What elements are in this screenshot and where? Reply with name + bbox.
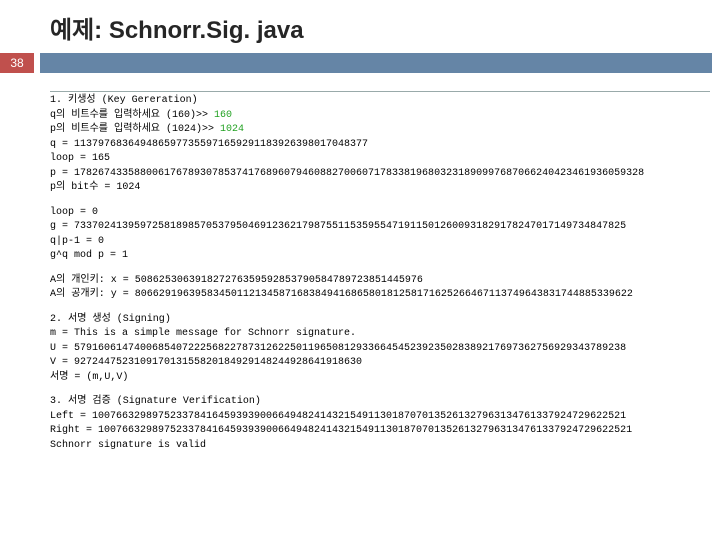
- left-line: Left = 100766329897523378416459393900664…: [50, 410, 710, 425]
- g-value-line: g = 733702413959725818985705379504691236…: [50, 220, 710, 235]
- q-value-line: q = 113797683649486597735597165929118392…: [50, 138, 710, 153]
- q-div-line: q|p-1 = 0: [50, 235, 710, 250]
- p-input: 1024: [220, 124, 244, 135]
- title-row: 예제: Schnorr.Sig. java: [0, 0, 720, 53]
- page-number: 38: [0, 53, 34, 73]
- p-value-line: p = 178267433588006176789307853741768960…: [50, 167, 710, 182]
- valid-line: Schnorr signature is valid: [50, 439, 710, 454]
- sig-line: 서명 = (m,U,V): [50, 371, 710, 386]
- page-number-bar: 38: [0, 53, 720, 73]
- p-prompt: p의 비트수를 입력하세요 (1024)>>: [50, 124, 220, 135]
- loop2-line: loop = 0: [50, 206, 710, 221]
- y-line: A의 공개키: y = 8066291963958345011213458716…: [50, 288, 710, 303]
- accent-bar: [40, 53, 712, 73]
- gqmod-line: g^q mod p = 1: [50, 249, 710, 264]
- p-prompt-line: p의 비트수를 입력하세요 (1024)>> 1024: [50, 123, 710, 138]
- p-bit-line: p의 bit수 = 1024: [50, 181, 710, 196]
- m-line: m = This is a simple message for Schnorr…: [50, 327, 710, 342]
- section3-header: 3. 서명 검증 (Signature Verification): [50, 395, 710, 410]
- v-line: V = 927244752310917013155820184929148244…: [50, 356, 710, 371]
- page-title: 예제: Schnorr.Sig. java: [50, 17, 304, 44]
- loop1-line: loop = 165: [50, 152, 710, 167]
- right-line: Right = 10076632989752337841645939390066…: [50, 424, 710, 439]
- divider: [50, 91, 710, 92]
- q-input: 160: [214, 110, 232, 121]
- u-line: U = 579160614740068540722256822787312622…: [50, 342, 710, 357]
- section2-header: 2. 서명 생성 (Signing): [50, 313, 710, 328]
- q-prompt-line: q의 비트수를 입력하세요 (160)>> 160: [50, 109, 710, 124]
- x-line: A의 개인키: x = 5086253063918272763595928537…: [50, 274, 710, 289]
- console-output: 1. 키생성 (Key Gereration) q의 비트수를 입력하세요 (1…: [0, 73, 720, 453]
- section1-header: 1. 키생성 (Key Gereration): [50, 94, 710, 109]
- q-prompt: q의 비트수를 입력하세요 (160)>>: [50, 110, 214, 121]
